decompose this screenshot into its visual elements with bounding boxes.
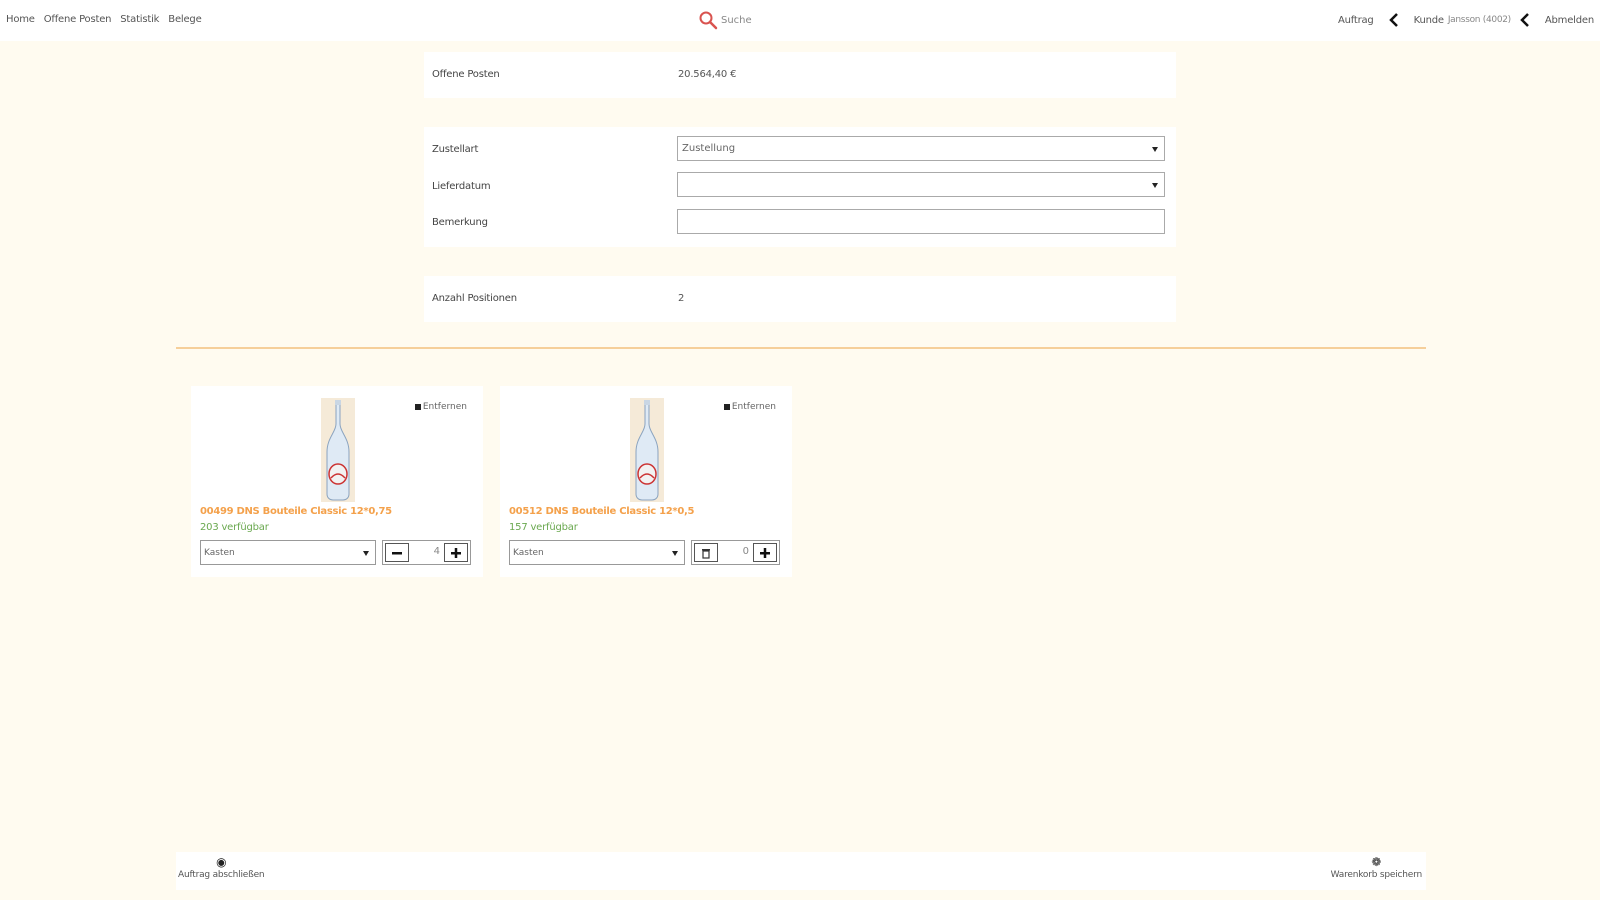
positions-count-label: Anzahl Positionen [432, 293, 517, 304]
search-link[interactable]: Suche [698, 10, 752, 30]
open-items-label: Offene Posten [432, 69, 500, 80]
save-cart-button[interactable]: ❁ Warenkorb speichern [1330, 855, 1423, 880]
product-availability: 157 verfügbar [509, 522, 578, 533]
remove-label: Entfernen [422, 402, 467, 412]
quantity-stepper: 4 [382, 540, 471, 565]
unit-value: Kasten [204, 547, 235, 558]
delivery-date-select[interactable] [677, 172, 1165, 197]
product-name[interactable]: 00499 DNS Bouteile Classic 12*0,75 [200, 506, 392, 517]
product-card: Entfernen 00499 DNS Bouteile Classic 12*… [191, 386, 483, 577]
nav-home[interactable]: Home [6, 14, 35, 25]
plus-icon [760, 547, 770, 558]
bottle-image [630, 398, 664, 502]
save-icon: ❁ [1371, 855, 1382, 869]
top-navigation: Home Offene Posten Statistik Belege Such… [0, 0, 1600, 41]
quantity-stepper: 0 [691, 540, 780, 565]
save-cart-label: Warenkorb speichern [1330, 870, 1423, 880]
unit-select[interactable]: Kasten [200, 540, 376, 565]
chevron-left-icon[interactable] [1388, 12, 1400, 28]
increase-button[interactable] [444, 543, 468, 562]
remove-button[interactable]: Entfernen [414, 402, 467, 412]
trash-icon [414, 404, 421, 410]
section-divider [176, 347, 1426, 349]
quantity-input[interactable]: 4 [411, 546, 442, 557]
unit-value: Kasten [513, 547, 544, 558]
open-items-value: 20.564,40 € [678, 69, 737, 80]
increase-button[interactable] [753, 543, 777, 562]
search-label: Suche [721, 14, 752, 26]
nav-open-items[interactable]: Offene Posten [44, 14, 112, 25]
caret-down-icon [1152, 147, 1158, 152]
main-menu: Home Offene Posten Statistik Belege [6, 14, 202, 25]
quantity-input[interactable]: 0 [720, 546, 751, 557]
unit-select[interactable]: Kasten [509, 540, 685, 565]
trash-icon [702, 548, 710, 559]
positions-panel: Anzahl Positionen 2 [424, 276, 1176, 322]
delivery-type-label: Zustellart [432, 144, 479, 155]
delivery-date-label: Lieferdatum [432, 181, 491, 192]
remark-input[interactable] [677, 209, 1165, 234]
caret-down-icon [1152, 183, 1158, 188]
nav-statistics[interactable]: Statistik [120, 14, 159, 25]
close-order-label: Auftrag abschließen [178, 870, 265, 880]
check-circle-icon: ◉ [216, 855, 227, 869]
customer-label[interactable]: Kunde [1414, 15, 1444, 26]
product-availability: 203 verfügbar [200, 522, 269, 533]
remark-label: Bemerkung [432, 217, 488, 228]
chevron-left-icon[interactable] [1519, 12, 1531, 28]
trash-icon [723, 404, 730, 410]
delivery-type-select[interactable]: Zustellung [677, 136, 1165, 161]
caret-down-icon [363, 551, 369, 556]
bottle-image [321, 398, 355, 502]
caret-down-icon [672, 551, 678, 556]
decrease-button[interactable] [385, 543, 409, 562]
product-name[interactable]: 00512 DNS Bouteile Classic 12*0,5 [509, 506, 694, 517]
footer-bar: ◉ Auftrag abschließen ❁ Warenkorb speich… [176, 852, 1426, 890]
order-form-panel: Zustellart Zustellung Lieferdatum Bemerk… [424, 127, 1176, 247]
user-menu: Auftrag Kunde Jansson (4002) Abmelden [1338, 12, 1600, 28]
delete-button[interactable] [694, 543, 718, 562]
product-card: Entfernen 00512 DNS Bouteile Classic 12*… [500, 386, 792, 577]
open-items-panel: Offene Posten 20.564,40 € [424, 52, 1176, 98]
close-order-button[interactable]: ◉ Auftrag abschließen [178, 855, 265, 880]
nav-documents[interactable]: Belege [168, 14, 201, 25]
remove-label: Entfernen [731, 402, 776, 412]
plus-icon [451, 547, 461, 558]
delivery-type-value: Zustellung [682, 143, 736, 154]
logout-link[interactable]: Abmelden [1545, 15, 1594, 26]
order-link[interactable]: Auftrag [1338, 15, 1374, 26]
remove-button[interactable]: Entfernen [723, 402, 776, 412]
search-icon [699, 11, 718, 30]
positions-count-value: 2 [678, 293, 685, 304]
customer-value: Jansson (4002) [1447, 15, 1511, 25]
minus-icon [392, 551, 402, 554]
